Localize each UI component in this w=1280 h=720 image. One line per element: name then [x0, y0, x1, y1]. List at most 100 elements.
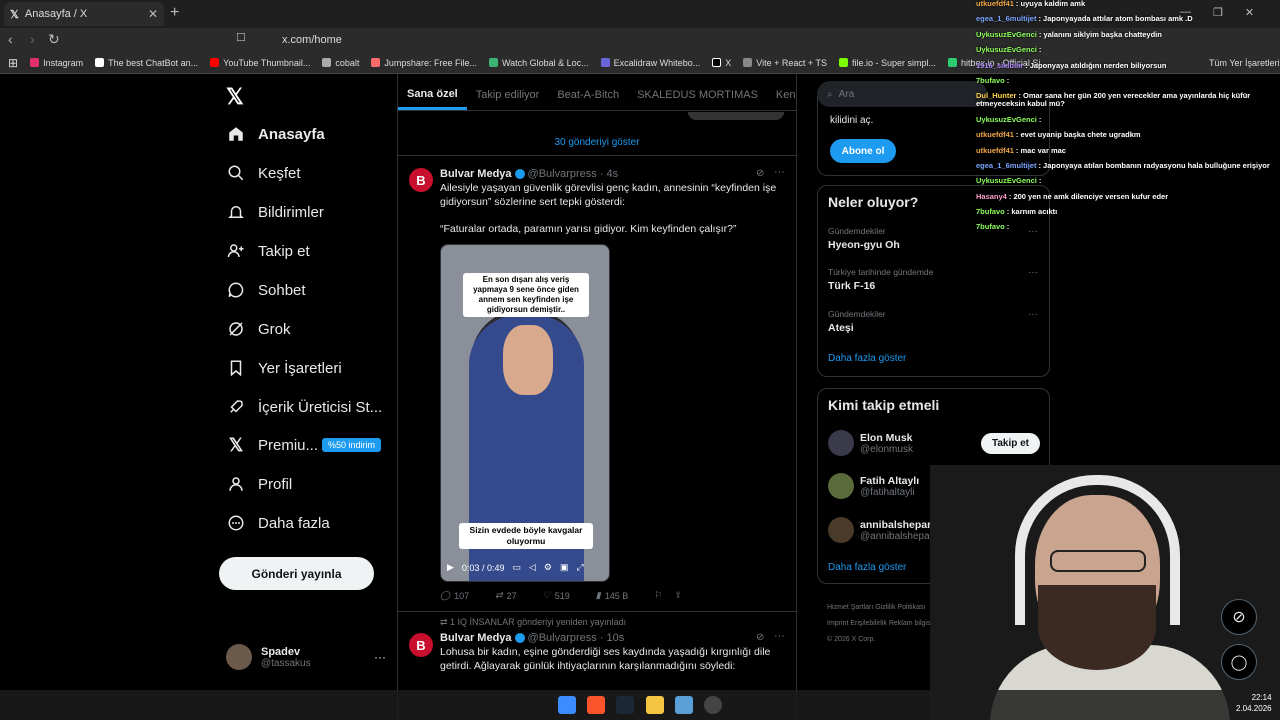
tweet-author[interactable]: Bulvar Medya	[440, 168, 512, 180]
start-icon[interactable]	[558, 696, 576, 714]
divider	[398, 611, 796, 612]
play-icon[interactable]: ▶	[447, 562, 454, 573]
grok-tweet-icon[interactable]: ⊘	[756, 632, 764, 643]
tab-list[interactable]: Kend	[767, 80, 796, 110]
chat-username: 7bufavo	[976, 207, 1005, 217]
share-icon[interactable]: ⇪	[674, 590, 682, 601]
app-icon[interactable]	[675, 696, 693, 714]
subscribe-button[interactable]: Abone ol	[830, 139, 896, 163]
nav-label: Grok	[258, 320, 291, 338]
grok-float-button[interactable]: ⊘	[1221, 599, 1257, 635]
post-button[interactable]: Gönderi yayınla	[219, 557, 374, 590]
repost-line-text[interactable]: 1 IQ İNSANLAR gönderiyi yeniden yayınlad…	[450, 617, 626, 627]
account-switcher[interactable]: Spadev @tassakus ···	[226, 644, 386, 670]
tweet-text: Lohusa bir kadın, eşine gönderdiği ses k…	[440, 646, 771, 672]
url-field[interactable]: x.com/home	[256, 31, 956, 49]
bookmark-item[interactable]: cobalt	[322, 58, 359, 68]
forward-icon[interactable]: ›	[30, 31, 35, 47]
nav-notifications[interactable]: Bildirimler	[226, 202, 324, 222]
bookmark-item[interactable]: file.io - Super simpl...	[838, 58, 936, 68]
repost-count: 27	[506, 590, 517, 601]
repost-button[interactable]: ⇄ 27	[495, 590, 517, 601]
bookmark-icon[interactable]: ☐	[236, 31, 246, 44]
nav-explore[interactable]: Keşfet	[226, 163, 301, 183]
account-name: Spadev	[261, 645, 301, 658]
like-button[interactable]: ♡ 519	[543, 590, 570, 601]
x-logo-icon[interactable]: 𝕏	[226, 84, 244, 110]
fullscreen-icon[interactable]: ⤢	[577, 562, 584, 573]
chat-message: Dul_Hunter: Omar sana her gün 200 yen ve…	[976, 92, 1280, 108]
trend-more-icon[interactable]: ···	[1028, 267, 1038, 278]
footer-line[interactable]: Imprint Erişilebilirlik Reklam bilgisi	[827, 616, 932, 632]
tab-following[interactable]: Takip ediliyor	[467, 80, 549, 110]
bookmark-item[interactable]: The best ChatBot an...	[95, 58, 198, 68]
grok-tweet-icon[interactable]: ⊘	[756, 168, 764, 179]
tweet-more-icon[interactable]: ···	[774, 166, 785, 178]
bookmark-item[interactable]: Instagram	[30, 58, 83, 68]
browser-tab[interactable]: 𝕏 Anasayfa / X ✕	[4, 2, 164, 26]
nav-more[interactable]: Daha fazla	[226, 513, 330, 533]
tweet-header: Bulvar Medya @Bulvarpress · 10s	[440, 632, 624, 644]
tweet-author[interactable]: Bulvar Medya	[440, 632, 512, 644]
tab-list[interactable]: SKALEDUS MORTIMAS	[628, 80, 767, 110]
chat-message: 1916_siklbilir: Japonyaya atıldığını ner…	[976, 61, 1280, 70]
bookmark-item[interactable]: YouTube Thumbnail...	[210, 58, 310, 68]
bookmarks-apps-icon[interactable]: ⊞	[8, 56, 18, 70]
video-frame-face	[503, 325, 553, 395]
steam-icon[interactable]	[616, 696, 634, 714]
pip-icon[interactable]: ▣	[560, 562, 569, 573]
messages-float-button[interactable]: ◯	[1221, 644, 1257, 680]
bookmark-item[interactable]: Excalidraw Whitebo...	[600, 58, 700, 68]
nav-bookmarks[interactable]: Yer İşaretleri	[226, 358, 342, 378]
bookmark-item[interactable]: Jumpshare: Free File...	[371, 58, 477, 68]
tweet-video[interactable]: En son dışarı alış veriş yapmaya 9 sene …	[440, 244, 610, 582]
trends-show-more[interactable]: Daha fazla göster	[828, 353, 906, 364]
tweet-avatar[interactable]: B	[409, 633, 433, 657]
tweet-avatar[interactable]: B	[409, 168, 433, 192]
nav-creator-studio[interactable]: İçerik Üreticisi St...	[226, 397, 382, 417]
tweet-handle[interactable]: @Bulvarpress · 4s	[528, 168, 619, 180]
trend-more-icon[interactable]: ···	[1028, 309, 1038, 320]
trend-item[interactable]: Türkiye tarihinde gündemde Türk F-16 ···	[828, 267, 1038, 292]
view-count: 145 B	[604, 590, 629, 601]
bookmark-item[interactable]: X	[712, 58, 731, 68]
nav-premium[interactable]: 𝕏 Premiu...	[226, 435, 318, 455]
tweet-handle[interactable]: @Bulvarpress · 10s	[528, 632, 625, 644]
views-button[interactable]: ▮ 145 B	[596, 590, 628, 601]
tab-close-icon[interactable]: ✕	[148, 7, 158, 21]
new-tab-button[interactable]: +	[170, 4, 179, 22]
volume-icon[interactable]: ◁	[529, 562, 536, 573]
bookmark-item[interactable]: Watch Global & Loc...	[488, 58, 589, 68]
reload-icon[interactable]: ↻	[48, 31, 60, 48]
tweet-more-icon[interactable]: ···	[774, 630, 785, 642]
nav-grok[interactable]: Grok	[226, 319, 291, 339]
tab-list[interactable]: Beat-A-Bitch	[548, 80, 628, 110]
nav-profile[interactable]: Profil	[226, 474, 292, 494]
more-icon[interactable]: ···	[374, 650, 386, 664]
show-new-posts[interactable]: 30 gönderiyi göster	[398, 130, 796, 156]
trend-item[interactable]: Gündemdekiler Ateşi ···	[828, 309, 1038, 334]
settings-icon[interactable]: ⚙	[544, 562, 552, 573]
bookmark-tweet-icon[interactable]: ⚐	[654, 590, 662, 601]
person-icon	[226, 474, 246, 494]
brave-icon[interactable]	[587, 696, 605, 714]
follow-button[interactable]: Takip et	[980, 432, 1040, 454]
nav-follow[interactable]: Takip et	[226, 241, 310, 261]
video-caption-top: En son dışarı alış veriş yapmaya 9 sene …	[463, 273, 589, 317]
chat-message: UykusuzEvGenci:	[976, 46, 1280, 54]
reply-button[interactable]: ◯ 107	[440, 590, 469, 601]
follow-suggestion[interactable]: Elon Musk @elonmusk Takip et	[828, 430, 1040, 456]
nav-home[interactable]: Anasayfa	[226, 124, 325, 144]
nav-chat[interactable]: Sohbet	[226, 280, 306, 300]
obs-icon[interactable]	[704, 696, 722, 714]
who-to-follow-title: Kimi takip etmeli	[828, 397, 940, 413]
account-handle: @tassakus	[261, 657, 311, 669]
bookmark-item[interactable]: Vite + React + TS	[743, 58, 827, 68]
x-favicon-icon: 𝕏	[10, 8, 19, 21]
captions-icon[interactable]: ▭	[512, 562, 521, 573]
tab-for-you[interactable]: Sana özel	[398, 80, 467, 110]
explorer-icon[interactable]	[646, 696, 664, 714]
who-show-more[interactable]: Daha fazla göster	[828, 562, 906, 573]
footer-line[interactable]: Hizmet Şartları Gizlilik Politikası	[827, 600, 932, 616]
back-icon[interactable]: ‹	[8, 31, 13, 47]
